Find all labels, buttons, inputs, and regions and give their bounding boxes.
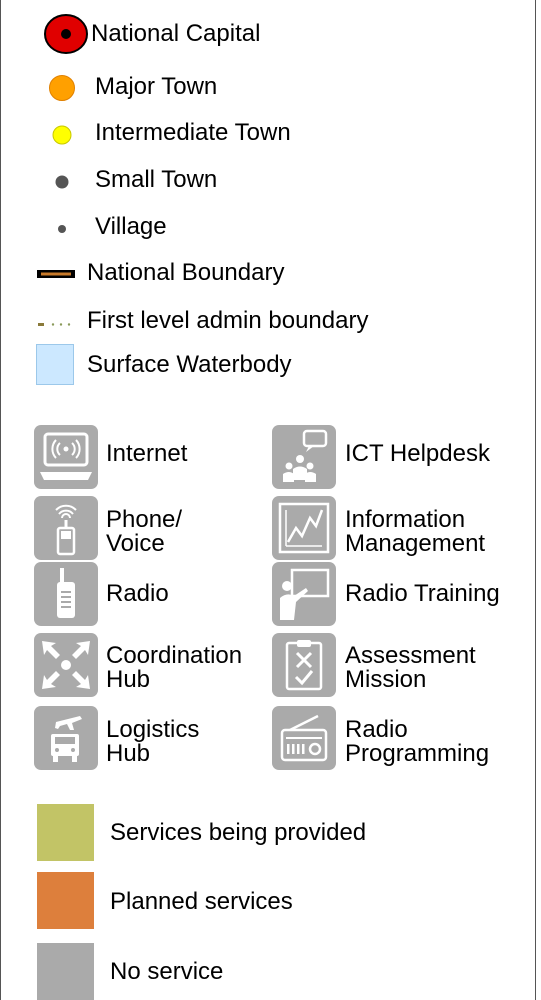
legend-major-town: Major Town [48,72,217,102]
legend-village: Village [48,212,167,242]
small-town-label: Small Town [95,166,218,193]
village-icon [58,225,66,233]
phone-label: Phone/ Voice [106,506,183,557]
internet-icon [34,425,98,489]
assessment-icon [272,633,336,697]
radio-training-label: Radio Training [345,580,500,607]
logistics-icon [34,706,98,770]
coordination-hub-label: Coordination Hub [106,642,243,693]
small-town-icon [55,175,69,189]
intermediate-town-icon [52,125,72,145]
legend-national-capital: National Capital [43,12,260,56]
legend-national-boundary: National Boundary [36,258,284,288]
legend-admin-boundary: First level admin boundary [36,306,368,336]
information-management-icon [272,496,336,560]
waterbody-icon [36,344,74,385]
helpdesk-icon [272,425,336,489]
legend-surface-waterbody: Surface Waterbody [36,344,292,386]
admin-boundary-icon [38,323,71,326]
phone-icon [34,496,98,560]
status-no-service-swatch [37,943,94,1000]
status-planned-label: Planned services [110,888,293,915]
status-no-service-label: No service [110,958,224,985]
assessment-label: Assessment Mission [345,642,476,693]
waterbody-label: Surface Waterbody [87,351,292,378]
radio-icon [34,562,98,626]
helpdesk-label: ICT Helpdesk [345,440,490,467]
legend-intermediate-town: Intermediate Town [48,118,291,148]
village-label: Village [95,213,167,240]
national-capital-label: National Capital [91,20,261,47]
intermediate-town-label: Intermediate Town [95,119,291,146]
status-provided-label: Services being provided [110,819,367,846]
national-capital-icon [44,14,88,54]
internet-label: Internet [106,440,188,467]
logistics-label: Logistics Hub [106,716,200,767]
status-provided-swatch [37,804,94,861]
national-boundary-icon [37,270,75,278]
major-town-label: Major Town [95,73,218,100]
coordination-hub-icon [34,633,98,697]
admin-boundary-label: First level admin boundary [87,307,369,334]
radio-programming-label: Radio Programming [345,716,490,767]
legend-small-town: Small Town [48,165,217,195]
status-planned-swatch [37,872,94,929]
national-boundary-label: National Boundary [87,259,285,286]
radio-label: Radio [106,580,169,607]
radio-training-icon [272,562,336,626]
radio-programming-icon [272,706,336,770]
information-management-label: Information Management [345,506,486,557]
major-town-icon [49,75,75,101]
